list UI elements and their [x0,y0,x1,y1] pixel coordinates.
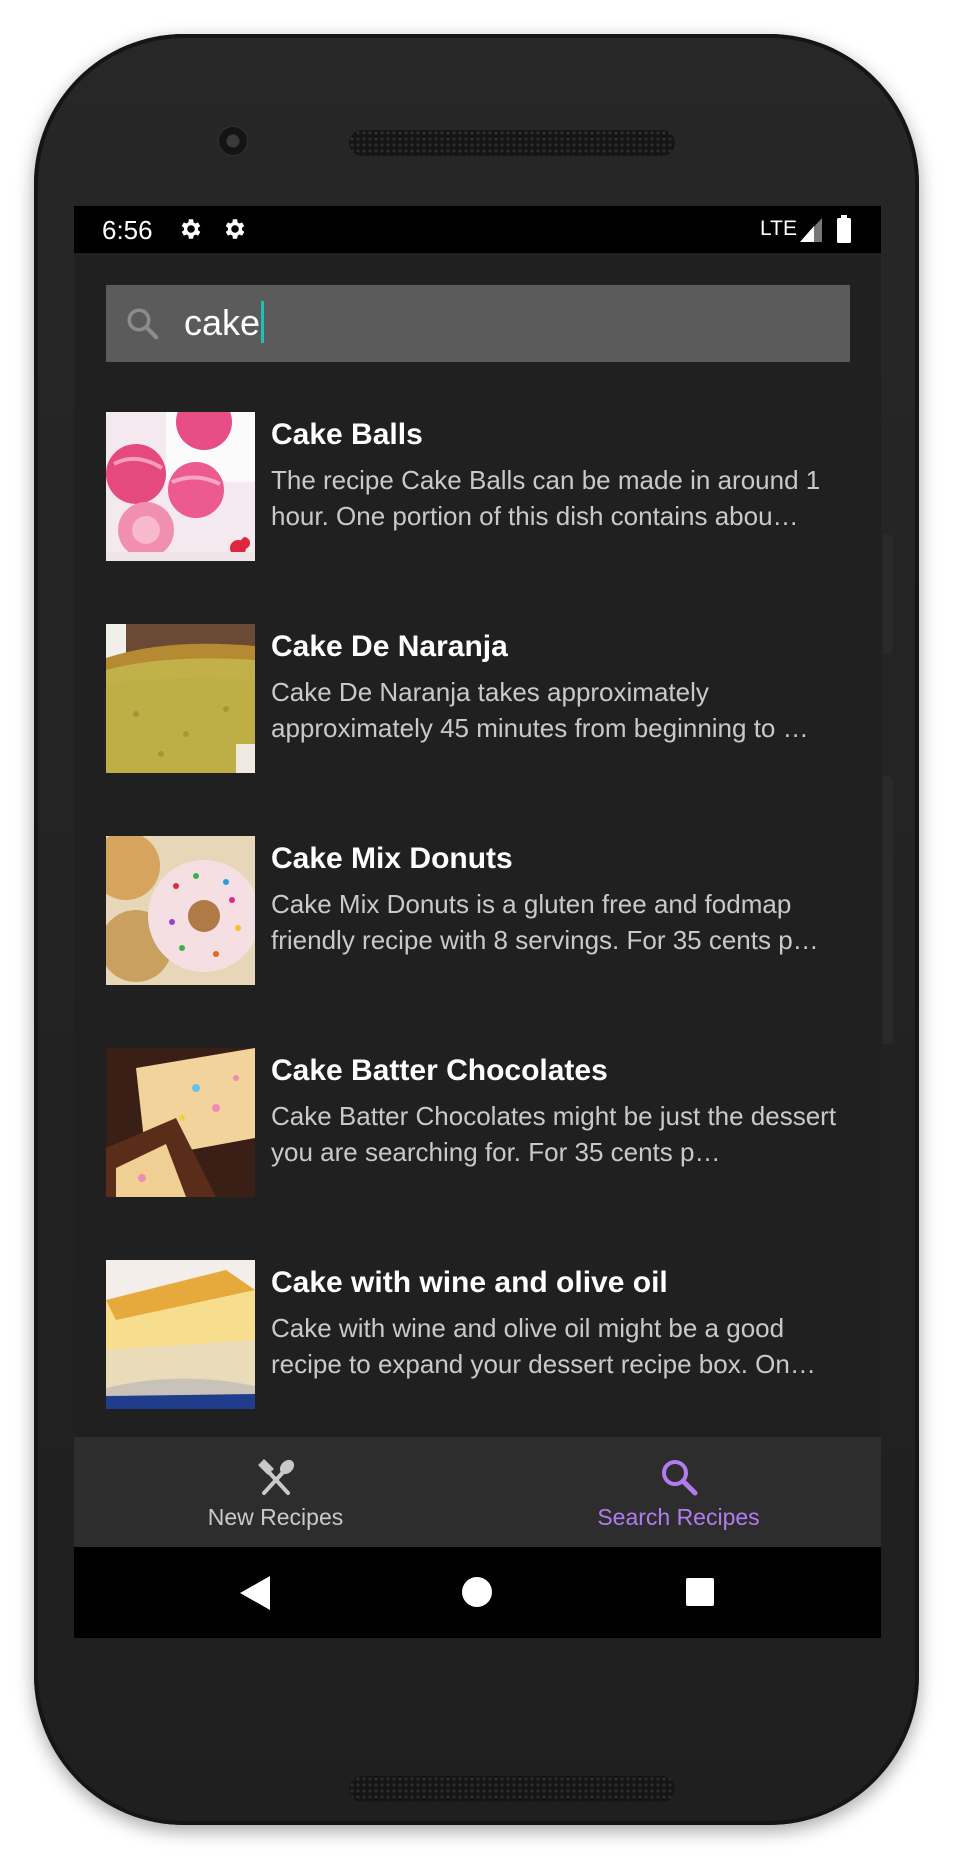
list-item[interactable]: Cake Mix Donuts Cake Mix Donuts is a glu… [106,836,850,986]
recipe-description: Cake Mix Donuts is a gluten free and fod… [271,889,819,955]
earpiece-speaker [349,130,675,156]
volume-button [883,534,893,654]
recipe-image [106,1260,255,1409]
list-item[interactable]: Cake De Naranja Cake De Naranja takes ap… [106,624,850,774]
settings-icon [181,219,201,239]
recipe-title: Cake Mix Donuts [271,842,513,875]
recipe-description: Cake with wine and olive oil might be a … [271,1313,816,1379]
recipe-image [106,1048,255,1197]
tab-label: Search Recipes [597,1504,760,1530]
bottom-speaker [349,1776,675,1802]
tab-label: New Recipes [207,1504,344,1530]
battery-icon [837,215,851,243]
bottom-navigation: New Recipes Search Recipes [74,1437,881,1547]
search-query[interactable]: cake [184,301,265,344]
recent-apps-icon[interactable] [686,1578,714,1606]
recipe-description: Cake Batter Chocolates might be just the… [271,1101,837,1167]
search-icon [127,308,159,340]
power-button [883,776,893,1044]
home-icon[interactable] [462,1577,492,1607]
back-icon[interactable] [238,1576,270,1610]
recipe-title: Cake with wine and olive oil [271,1266,668,1299]
search-query-text: cake [184,302,261,343]
recipe-title: Cake Balls [271,418,423,451]
search-icon [661,1460,697,1496]
list-item[interactable]: Cake with wine and olive oil Cake with w… [106,1260,850,1410]
front-camera [217,125,249,157]
list-item[interactable]: Cake Batter Chocolates Cake Batter Choco… [106,1048,850,1198]
tab-new-recipes[interactable]: New Recipes [74,1437,477,1547]
signal-icon [800,218,822,242]
tab-search-recipes[interactable]: Search Recipes [477,1437,880,1547]
list-item[interactable]: Cake Balls The recipe Cake Balls can be … [106,412,850,562]
recipe-title: Cake Batter Chocolates [271,1054,608,1087]
utensils-icon [258,1459,294,1495]
recipe-image [106,624,255,773]
recipe-description: Cake De Naranja takes approximately appr… [271,677,809,743]
app-screen: 6:56 LTE cake Cake Balls The recipe Cake… [74,206,881,1638]
settings-icon [225,219,245,239]
text-cursor [261,301,265,343]
search-input[interactable]: cake [106,285,850,362]
recipe-image [106,412,255,561]
status-time: 6:56 [102,215,153,245]
status-bar: 6:56 LTE [74,206,881,253]
recipe-image [106,836,255,985]
recipe-title: Cake De Naranja [271,630,508,663]
system-navigation-bar [74,1547,881,1638]
network-type: LTE [760,217,797,240]
recipe-description: The recipe Cake Balls can be made in aro… [271,465,821,531]
